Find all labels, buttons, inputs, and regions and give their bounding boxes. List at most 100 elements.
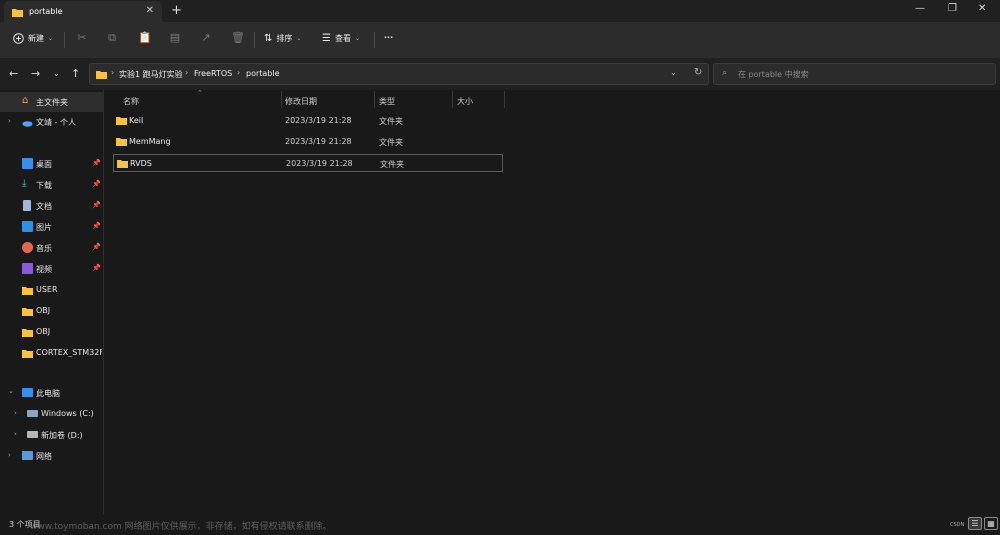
tab-portable[interactable]: portable ✕ [4,1,162,22]
breadcrumb-item[interactable]: 实验1 跑马灯实验 [119,69,183,80]
sidebar-item-label: Windows (C:) [41,409,94,418]
folder-icon [116,138,127,146]
forward-arrow-icon[interactable]: → [31,67,40,80]
sidebar-item-label: 音乐 [36,244,52,253]
search-box[interactable]: ⌕ 在 portable 中搜索 [713,63,996,85]
sidebar-item-label: 视频 [36,265,52,274]
column-divider[interactable] [374,91,375,108]
drive-icon [27,431,38,438]
plus-circle-icon [13,33,24,44]
divider [254,32,255,48]
column-divider[interactable] [504,91,505,108]
status-bar: 3 个项目 www.toymoban.com 网络图片仅供展示，非存储，如有侵权… [0,515,1000,535]
pin-icon[interactable]: 📌 [92,159,101,167]
sidebar-item-label: 新加卷 (D:) [41,431,83,440]
search-icon: ⌕ [722,68,728,78]
title-bar: portable ✕ + — ❐ ✕ [0,0,1000,22]
sidebar-item-label: OBJ [36,327,51,336]
new-button[interactable]: 新建 ⌄ [13,33,53,44]
sidebar-item-desktop[interactable]: 桌面 📌 [0,154,103,174]
up-arrow-icon[interactable]: ↑ [71,67,80,80]
file-row[interactable]: RVDS 2023/3/19 21:28 文件夹 [113,154,503,172]
drive-icon [27,410,38,417]
sidebar-item-label: 桌面 [36,160,52,169]
chevron-down-icon: ⌄ [8,387,14,395]
pin-icon[interactable]: 📌 [92,222,101,230]
sidebar-item-user[interactable]: USER [0,280,103,300]
file-row[interactable]: Keil 2023/3/19 21:28 文件夹 [113,112,503,130]
file-name: Keil [129,116,144,125]
delete-icon[interactable]: 🗑 [231,32,245,44]
rename-icon[interactable]: ▤ [169,32,181,44]
sidebar-item-label: 文靖 - 个人 [36,118,76,127]
address-dropdown-icon[interactable]: ⌄ [670,68,677,77]
search-placeholder: 在 portable 中搜索 [738,70,809,79]
pin-icon[interactable]: 📌 [92,243,101,251]
address-bar[interactable]: › 实验1 跑马灯实验 › FreeRTOS › portable ⌄ ↻ [89,63,709,85]
back-arrow-icon[interactable]: ← [9,67,18,80]
sidebar-item-label: USER [36,285,58,294]
sort-button[interactable]: ⇅ 排序 ⌄ [264,33,301,44]
recent-chevron-icon[interactable]: ⌄ [53,69,60,78]
sidebar-item-obj[interactable]: OBJ [0,301,103,321]
maximize-button[interactable]: ❐ [948,3,957,14]
download-icon: ⤓ [22,178,27,189]
sidebar-item-onedrive[interactable]: › 文靖 - 个人 [0,112,103,132]
sidebar-item-drive-c[interactable]: › Windows (C:) [0,404,103,424]
tab-close-icon[interactable]: ✕ [146,5,154,16]
sidebar-item-videos[interactable]: 视频 📌 [0,259,103,279]
chevron-right-icon: › [14,409,17,417]
breadcrumb-item[interactable]: FreeRTOS [194,69,232,78]
pin-icon[interactable]: 📌 [92,264,101,272]
sidebar-item-documents[interactable]: 文档 📌 [0,196,103,216]
chevron-right-icon: › [8,451,11,459]
sidebar-item-label: 网络 [36,452,52,461]
view-button[interactable]: ☰ 查看 ⌄ [322,33,360,44]
folder-icon [96,71,107,79]
folder-icon [116,117,127,125]
paste-icon[interactable]: 📋 [138,32,152,44]
network-icon [22,451,33,460]
sidebar-item-cortex[interactable]: CORTEX_STM32F [0,343,103,363]
sidebar-item-network[interactable]: › 网络 [0,446,103,466]
close-window-button[interactable]: ✕ [978,3,986,14]
refresh-icon[interactable]: ↻ [694,67,702,78]
sort-ascending-icon: ⌃ [197,89,203,97]
sidebar-item-downloads[interactable]: ⤓ 下载 📌 [0,175,103,195]
more-options-button[interactable]: ··· [384,33,393,42]
music-icon [22,242,33,253]
column-divider[interactable] [452,91,453,108]
chevron-down-icon: ⌄ [48,35,54,42]
sidebar-item-drive-d[interactable]: › 新加卷 (D:) [0,425,103,445]
desktop-icon [22,158,33,169]
folder-icon [22,287,33,295]
address-row: ← → ⌄ ↑ › 实验1 跑马灯实验 › FreeRTOS › portabl… [0,58,1000,90]
sidebar-item-this-pc[interactable]: ⌄ 此电脑 [0,383,103,403]
folder-icon [117,160,128,168]
sidebar-item-label: 主文件夹 [36,98,68,107]
copy-icon[interactable]: ⧉ [106,32,118,44]
breadcrumb-item[interactable]: portable [246,69,280,78]
sidebar-item-obj[interactable]: OBJ [0,322,103,342]
sidebar-item-home[interactable]: ⌂ 主文件夹 [0,92,103,112]
video-icon [22,263,33,274]
pin-icon[interactable]: 📌 [92,201,101,209]
sort-icon: ⇅ [264,33,273,44]
share-icon[interactable]: ↗ [200,32,212,44]
cut-icon[interactable]: ✂ [76,32,88,44]
folder-icon [12,9,23,17]
new-label: 新建 [28,34,44,43]
details-view-icon[interactable]: ☰ [968,517,982,530]
sidebar-item-label: 图片 [36,223,52,232]
column-divider[interactable] [281,91,282,108]
minimize-button[interactable]: — [915,3,925,14]
view-icon: ☰ [322,33,331,44]
document-icon [23,200,31,211]
navigation-pane: ⌂ 主文件夹 › 文靖 - 个人 桌面 📌 ⤓ 下载 📌 文档 📌 图片 📌 音… [0,90,104,515]
new-tab-button[interactable]: + [171,3,182,18]
tiles-view-icon[interactable]: ▦ [984,517,998,530]
sidebar-item-music[interactable]: 音乐 📌 [0,238,103,258]
file-row[interactable]: MemMang 2023/3/19 21:28 文件夹 [113,133,503,151]
sidebar-item-pictures[interactable]: 图片 📌 [0,217,103,237]
pin-icon[interactable]: 📌 [92,180,101,188]
